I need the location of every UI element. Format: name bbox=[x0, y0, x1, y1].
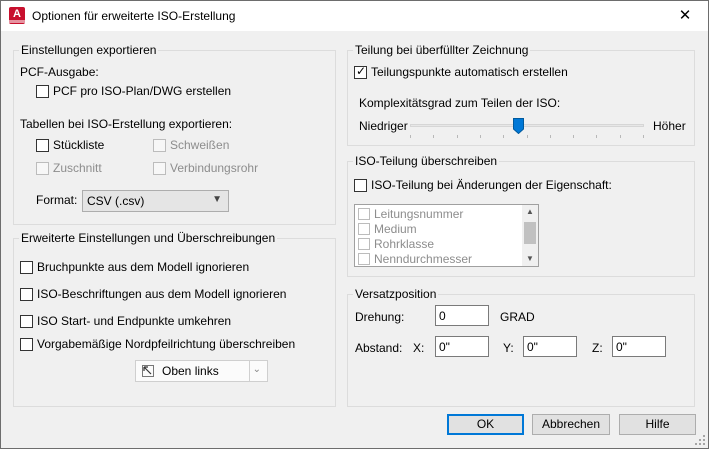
north-direction-value: Oben links bbox=[162, 364, 219, 378]
export-settings-legend: Einstellungen exportieren bbox=[21, 43, 157, 57]
slider-ticks bbox=[410, 135, 644, 138]
slider-tick bbox=[643, 135, 644, 138]
z-label: Z: bbox=[592, 341, 603, 355]
dialog-window: A Optionen für erweiterte ISO-Erstellung… bbox=[0, 0, 709, 449]
rotation-label: Drehung: bbox=[355, 310, 405, 324]
bom-label: Stückliste bbox=[53, 138, 105, 152]
reverse-endpoints-checkbox[interactable] bbox=[20, 315, 33, 328]
scroll-down-icon[interactable]: ▼ bbox=[522, 252, 538, 266]
north-arrow-top-left-icon bbox=[141, 364, 155, 381]
property-checkbox[interactable] bbox=[358, 223, 370, 235]
property-checkbox[interactable] bbox=[358, 238, 370, 250]
cut-label: Zuschnitt bbox=[53, 161, 102, 175]
format-value: CSV (.csv) bbox=[87, 194, 145, 208]
slider-tick bbox=[456, 135, 458, 138]
ignore-annotations-label: ISO-Beschriftungen aus dem Modell ignori… bbox=[37, 287, 287, 301]
auto-split-checkbox[interactable] bbox=[354, 64, 367, 79]
autocad-app-icon: A bbox=[9, 7, 25, 24]
slider-tick bbox=[503, 135, 505, 138]
offset-legend: Versatzposition bbox=[355, 287, 437, 301]
slider-tick bbox=[479, 135, 481, 138]
scroll-up-icon[interactable]: ▲ bbox=[522, 205, 538, 219]
north-direction-dropdown[interactable]: Oben links ⌄ bbox=[135, 360, 268, 382]
complexity-slider-thumb[interactable] bbox=[512, 118, 524, 135]
ignore-breakpoints-checkbox[interactable] bbox=[20, 261, 33, 274]
ok-button[interactable]: OK bbox=[447, 414, 524, 435]
title-bar: A Optionen für erweiterte ISO-Erstellung… bbox=[1, 1, 708, 31]
slider-tick bbox=[410, 135, 411, 138]
slider-low-label: Niedriger bbox=[359, 119, 408, 133]
z-input[interactable] bbox=[612, 336, 666, 357]
welds-label: Schweißen bbox=[170, 138, 230, 152]
property-listbox[interactable]: Leitungsnummer Medium Rohrklasse Nenndur… bbox=[354, 204, 539, 267]
connection-pipe-checkbox[interactable] bbox=[153, 162, 166, 175]
reverse-endpoints-label: ISO Start- und Endpunkte umkehren bbox=[37, 314, 232, 328]
x-input[interactable] bbox=[435, 336, 489, 357]
chevron-down-icon: ▼ bbox=[212, 194, 222, 205]
ignore-breakpoints-label: Bruchpunkte aus dem Modell ignorieren bbox=[37, 260, 250, 274]
slider-tick bbox=[526, 135, 528, 138]
help-button[interactable]: Hilfe bbox=[619, 414, 696, 435]
complexity-slider-track[interactable] bbox=[410, 124, 644, 127]
pcf-output-label: PCF-Ausgabe: bbox=[20, 65, 99, 79]
ignore-annotations-checkbox[interactable] bbox=[20, 288, 33, 301]
rotation-input[interactable] bbox=[435, 305, 489, 326]
slider-high-label: Höher bbox=[653, 119, 686, 133]
distance-label: Abstand: bbox=[355, 341, 403, 355]
iso-override-legend: ISO-Teilung überschreiben bbox=[355, 154, 498, 168]
iso-split-on-change-checkbox[interactable] bbox=[354, 179, 367, 192]
override-north-label: Vorgabemäßige Nordpfeilrichtung überschr… bbox=[37, 337, 296, 351]
override-north-checkbox[interactable] bbox=[20, 338, 33, 351]
slider-tick bbox=[433, 135, 435, 138]
chevron-down-icon: ⌄ bbox=[252, 364, 261, 375]
slider-tick bbox=[619, 135, 621, 138]
y-input[interactable] bbox=[523, 336, 577, 357]
rotation-unit-label: GRAD bbox=[500, 310, 535, 324]
list-scrollbar[interactable]: ▲ ▼ bbox=[522, 205, 538, 266]
format-dropdown[interactable]: CSV (.csv) ▼ bbox=[82, 190, 229, 212]
y-label: Y: bbox=[503, 341, 514, 355]
tables-export-label: Tabellen bei ISO-Erstellung exportieren: bbox=[20, 117, 233, 131]
split-legend: Teilung bei überfüllter Zeichnung bbox=[355, 43, 529, 57]
cut-checkbox[interactable] bbox=[36, 162, 49, 175]
close-button[interactable]: ✕ bbox=[662, 1, 708, 31]
resize-grip-icon[interactable] bbox=[695, 435, 705, 445]
pcf-per-plan-checkbox[interactable] bbox=[36, 85, 49, 98]
slider-tick bbox=[573, 135, 575, 138]
property-checkbox[interactable] bbox=[358, 253, 370, 265]
format-label: Format: bbox=[36, 193, 78, 207]
dialog-title: Optionen für erweiterte ISO-Erstellung bbox=[32, 9, 236, 23]
connection-pipe-label: Verbindungsrohr bbox=[170, 161, 259, 175]
auto-split-label: Teilungspunkte automatisch erstellen bbox=[371, 65, 568, 79]
x-label: X: bbox=[413, 341, 425, 355]
property-checkbox[interactable] bbox=[358, 208, 370, 220]
cancel-button[interactable]: Abbrechen bbox=[532, 414, 610, 435]
advanced-settings-legend: Erweiterte Einstellungen und Überschreib… bbox=[21, 231, 276, 245]
slider-tick bbox=[549, 135, 551, 138]
slider-tick bbox=[596, 135, 598, 138]
iso-split-on-change-label: ISO-Teilung bei Änderungen der Eigenscha… bbox=[371, 178, 612, 192]
scrollbar-thumb[interactable] bbox=[524, 222, 536, 244]
complexity-label: Komplexitätsgrad zum Teilen der ISO: bbox=[359, 96, 561, 110]
bom-checkbox[interactable] bbox=[36, 139, 49, 152]
welds-checkbox[interactable] bbox=[153, 139, 166, 152]
pcf-per-plan-label: PCF pro ISO-Plan/DWG erstellen bbox=[53, 84, 232, 98]
